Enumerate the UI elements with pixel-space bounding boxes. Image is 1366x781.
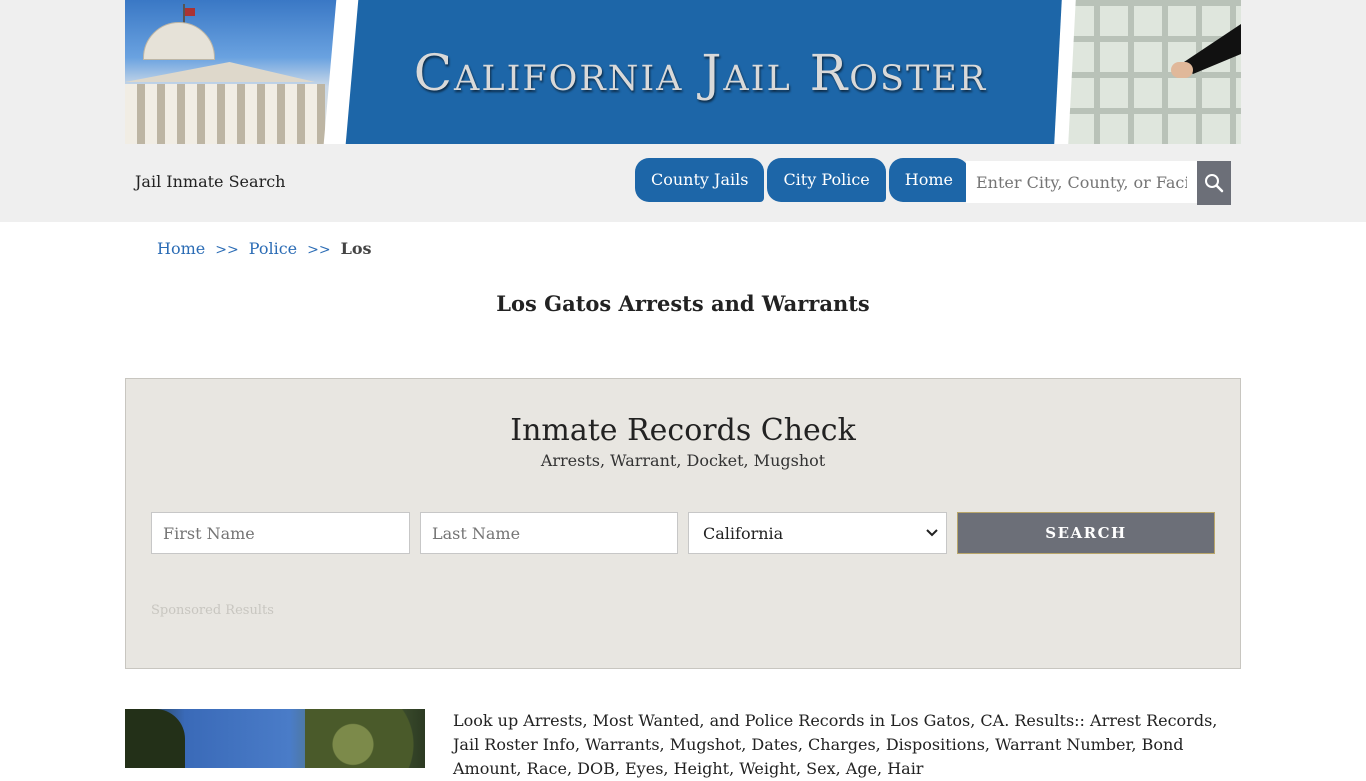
records-search-button[interactable]: SEARCH <box>957 512 1215 554</box>
page-description: Look up Arrests, Most Wanted, and Police… <box>453 711 1218 778</box>
records-heading: Inmate Records Check <box>510 413 856 448</box>
state-select[interactable]: California <box>688 512 947 554</box>
site-search-input[interactable] <box>966 161 1197 203</box>
nav-home[interactable]: Home <box>888 158 969 202</box>
banner-divider-right <box>1054 0 1076 144</box>
nav-county-jails[interactable]: County Jails <box>635 158 765 202</box>
page-title: Los Gatos Arrests and Warrants <box>496 291 870 316</box>
records-subheading: Arrests, Warrant, Docket, Mugshot <box>540 451 826 470</box>
columns <box>125 84 325 144</box>
chevron-down-icon <box>926 529 938 537</box>
pediment <box>125 62 315 82</box>
main-nav: County Jails City Police Home <box>635 158 969 202</box>
search-button[interactable] <box>1197 161 1231 205</box>
dome <box>143 22 215 60</box>
site-header: California Jail Roster Jail Inmate Searc… <box>0 0 1366 222</box>
breadcrumb: Home >> Police >> Los <box>157 239 372 258</box>
breadcrumb-police[interactable]: Police <box>249 239 297 258</box>
breadcrumb-separator: >> <box>307 242 331 258</box>
sponsored-results-label: Sponsored Results <box>151 603 274 618</box>
tree <box>305 709 425 768</box>
nav-city-police[interactable]: City Police <box>767 158 886 202</box>
tree <box>125 709 185 768</box>
hand <box>1171 62 1193 78</box>
first-name-field[interactable] <box>151 512 410 554</box>
site-name[interactable]: Jail Inmate Search <box>135 172 285 191</box>
breadcrumb-current: Los <box>340 239 372 258</box>
banner-title: California Jail Roster <box>413 44 988 102</box>
capitol-photo <box>125 0 340 144</box>
jail-door-photo <box>1054 0 1241 144</box>
los-gatos-photo <box>125 709 425 768</box>
inmate-records-panel: Inmate Records Check Arrests, Warrant, D… <box>125 378 1241 669</box>
last-name-field[interactable] <box>420 512 678 554</box>
breadcrumb-home[interactable]: Home <box>157 239 205 258</box>
breadcrumb-separator: >> <box>215 242 239 258</box>
search-icon <box>1205 174 1224 193</box>
state-select-value: California <box>703 523 784 543</box>
flag <box>185 8 195 16</box>
banner[interactable]: California Jail Roster <box>125 0 1241 144</box>
